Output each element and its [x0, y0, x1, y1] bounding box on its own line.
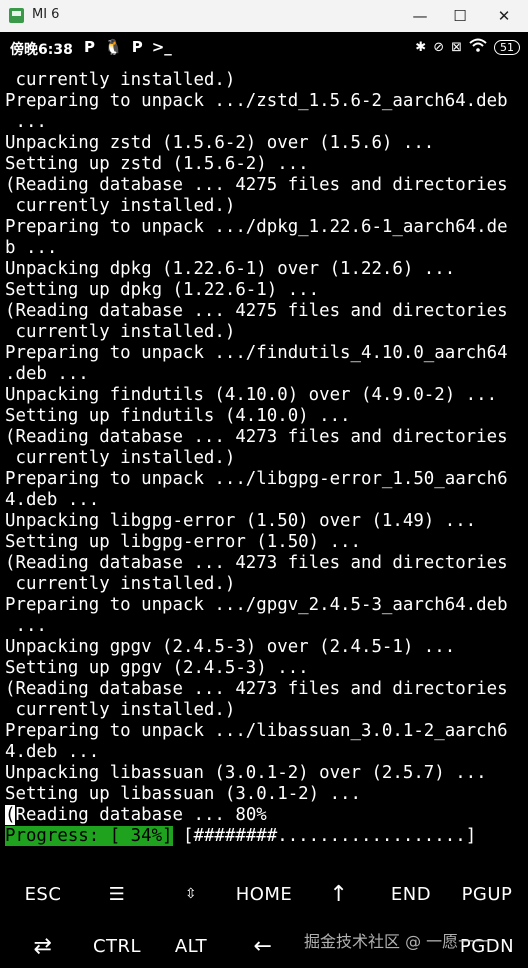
terminal-line: Unpacking libgpg-error (1.50) over (1.49… [5, 511, 477, 531]
terminal-line: currently installed.) [5, 700, 236, 720]
terminal-line: currently installed.) [5, 322, 236, 342]
mute-icon: ⊘ [433, 39, 445, 55]
terminal-line: Preparing to unpack .../findutils_4.10.0… [5, 343, 508, 363]
extra-keys-bar: ESC ☰ ⇳ HOME ↑ END PGUP ⇄ CTRL ALT ← ↓ →… [0, 872, 528, 968]
left-arrow-key[interactable]: ← [230, 926, 296, 966]
watermark-text: 掘金技术社区 @ 一愿一一 [304, 932, 491, 951]
terminal-line: currently installed.) [5, 574, 236, 594]
terminal-current-line: (Reading database ... 80% [5, 805, 525, 826]
terminal-line: ... [5, 616, 47, 636]
bluetooth-icon: ✱ [415, 39, 427, 55]
p-app-icon-2: P [131, 38, 143, 56]
terminal-line: Unpacking gpgv (2.4.5-3) over (2.4.5-1) … [5, 637, 456, 657]
terminal-line: 4.deb ... [5, 490, 100, 510]
system-icons: ✱ ⊘ ⊠ 51 [415, 38, 520, 56]
phone-screen: 傍晚6:38 P 🐧 P >_ ✱ ⊘ ⊠ 51 currently insta… [0, 32, 528, 968]
terminal-line: 4.deb ... [5, 742, 100, 762]
status-time: 傍晚6:38 [10, 42, 73, 58]
end-key[interactable]: END [378, 874, 444, 914]
terminal-output[interactable]: currently installed.) Preparing to unpack… [5, 70, 525, 850]
terminal-icon: >_ [151, 38, 172, 56]
terminal-line: Preparing to unpack .../gpgv_2.4.5-3_aar… [5, 595, 508, 615]
pgup-key[interactable]: PGUP [450, 874, 524, 914]
terminal-line: ... [5, 112, 47, 132]
terminal-line: Preparing to unpack .../libassuan_3.0.1-… [5, 721, 508, 741]
terminal-line: Unpacking dpkg (1.22.6-1) over (1.22.6) … [5, 259, 456, 279]
terminal-line: (Reading database ... 4273 files and dir… [5, 679, 508, 699]
progress-label: Progress: [ 34%] [5, 826, 173, 846]
menu-key[interactable]: ☰ [84, 874, 150, 914]
progress-bar-text: [########..................] [172, 826, 477, 846]
terminal-line: Preparing to unpack .../libgpg-error_1.5… [5, 469, 508, 489]
terminal-line: Setting up libgpg-error (1.50) ... [5, 532, 361, 552]
battery-icon: 51 [494, 39, 520, 55]
terminal-line: (Reading database ... 4275 files and dir… [5, 301, 508, 321]
terminal-line: Setting up findutils (4.10.0) ... [5, 406, 351, 426]
app-icon [9, 8, 24, 23]
sim-off-icon: ⊠ [451, 39, 462, 55]
tab-key[interactable]: ⇄ [10, 926, 76, 966]
terminal-line: currently installed.) [5, 70, 236, 90]
minimize-button[interactable]: — [400, 0, 440, 32]
maximize-button[interactable]: ☐ [440, 0, 480, 32]
terminal-line: Preparing to unpack .../zstd_1.5.6-2_aar… [5, 91, 508, 111]
terminal-line: (Reading database ... 4275 files and dir… [5, 175, 508, 195]
terminal-current-text: Reading database ... 80% [15, 805, 267, 825]
terminal-cursor: ( [5, 805, 16, 825]
terminal-line: Unpacking zstd (1.5.6-2) over (1.5.6) ..… [5, 133, 435, 153]
progress-line: Progress: [ 34%] [########..............… [5, 826, 525, 847]
status-bar: 傍晚6:38 P 🐧 P >_ ✱ ⊘ ⊠ 51 [0, 32, 528, 62]
terminal-line: Unpacking libassuan (3.0.1-2) over (2.5.… [5, 763, 487, 783]
terminal-line: (Reading database ... 4273 files and dir… [5, 553, 508, 573]
alt-key[interactable]: ALT [158, 926, 224, 966]
home-key[interactable]: HOME [226, 874, 302, 914]
terminal-line: Preparing to unpack .../dpkg_1.22.6-1_aa… [5, 217, 508, 237]
terminal-line: (Reading database ... 4273 files and dir… [5, 427, 508, 447]
terminal-line: Setting up dpkg (1.22.6-1) ... [5, 280, 320, 300]
close-button[interactable]: ✕ [484, 0, 524, 32]
terminal-line: Setting up zstd (1.5.6-2) ... [5, 154, 309, 174]
window-title-bar: MI 6 — ☐ ✕ [0, 0, 528, 32]
terminal-line: Setting up gpgv (2.4.5-3) ... [5, 658, 309, 678]
ctrl-key[interactable]: CTRL [84, 926, 150, 966]
esc-key[interactable]: ESC [10, 874, 76, 914]
wifi-icon [469, 38, 487, 56]
scroll-key[interactable]: ⇳ [158, 874, 224, 914]
terminal-line: .deb ... [5, 364, 89, 384]
terminal-line: currently installed.) [5, 448, 236, 468]
terminal-line: currently installed.) [5, 196, 236, 216]
penguin-icon: 🐧 [104, 38, 123, 56]
terminal-line: Setting up libassuan (3.0.1-2) ... [5, 784, 361, 804]
terminal-line: Unpacking findutils (4.10.0) over (4.9.0… [5, 385, 498, 405]
notification-icons: P 🐧 P >_ [84, 38, 172, 56]
terminal-line: b ... [5, 238, 58, 258]
up-arrow-key[interactable]: ↑ [306, 874, 372, 914]
p-app-icon: P [84, 38, 95, 56]
window-title: MI 6 [32, 7, 60, 22]
